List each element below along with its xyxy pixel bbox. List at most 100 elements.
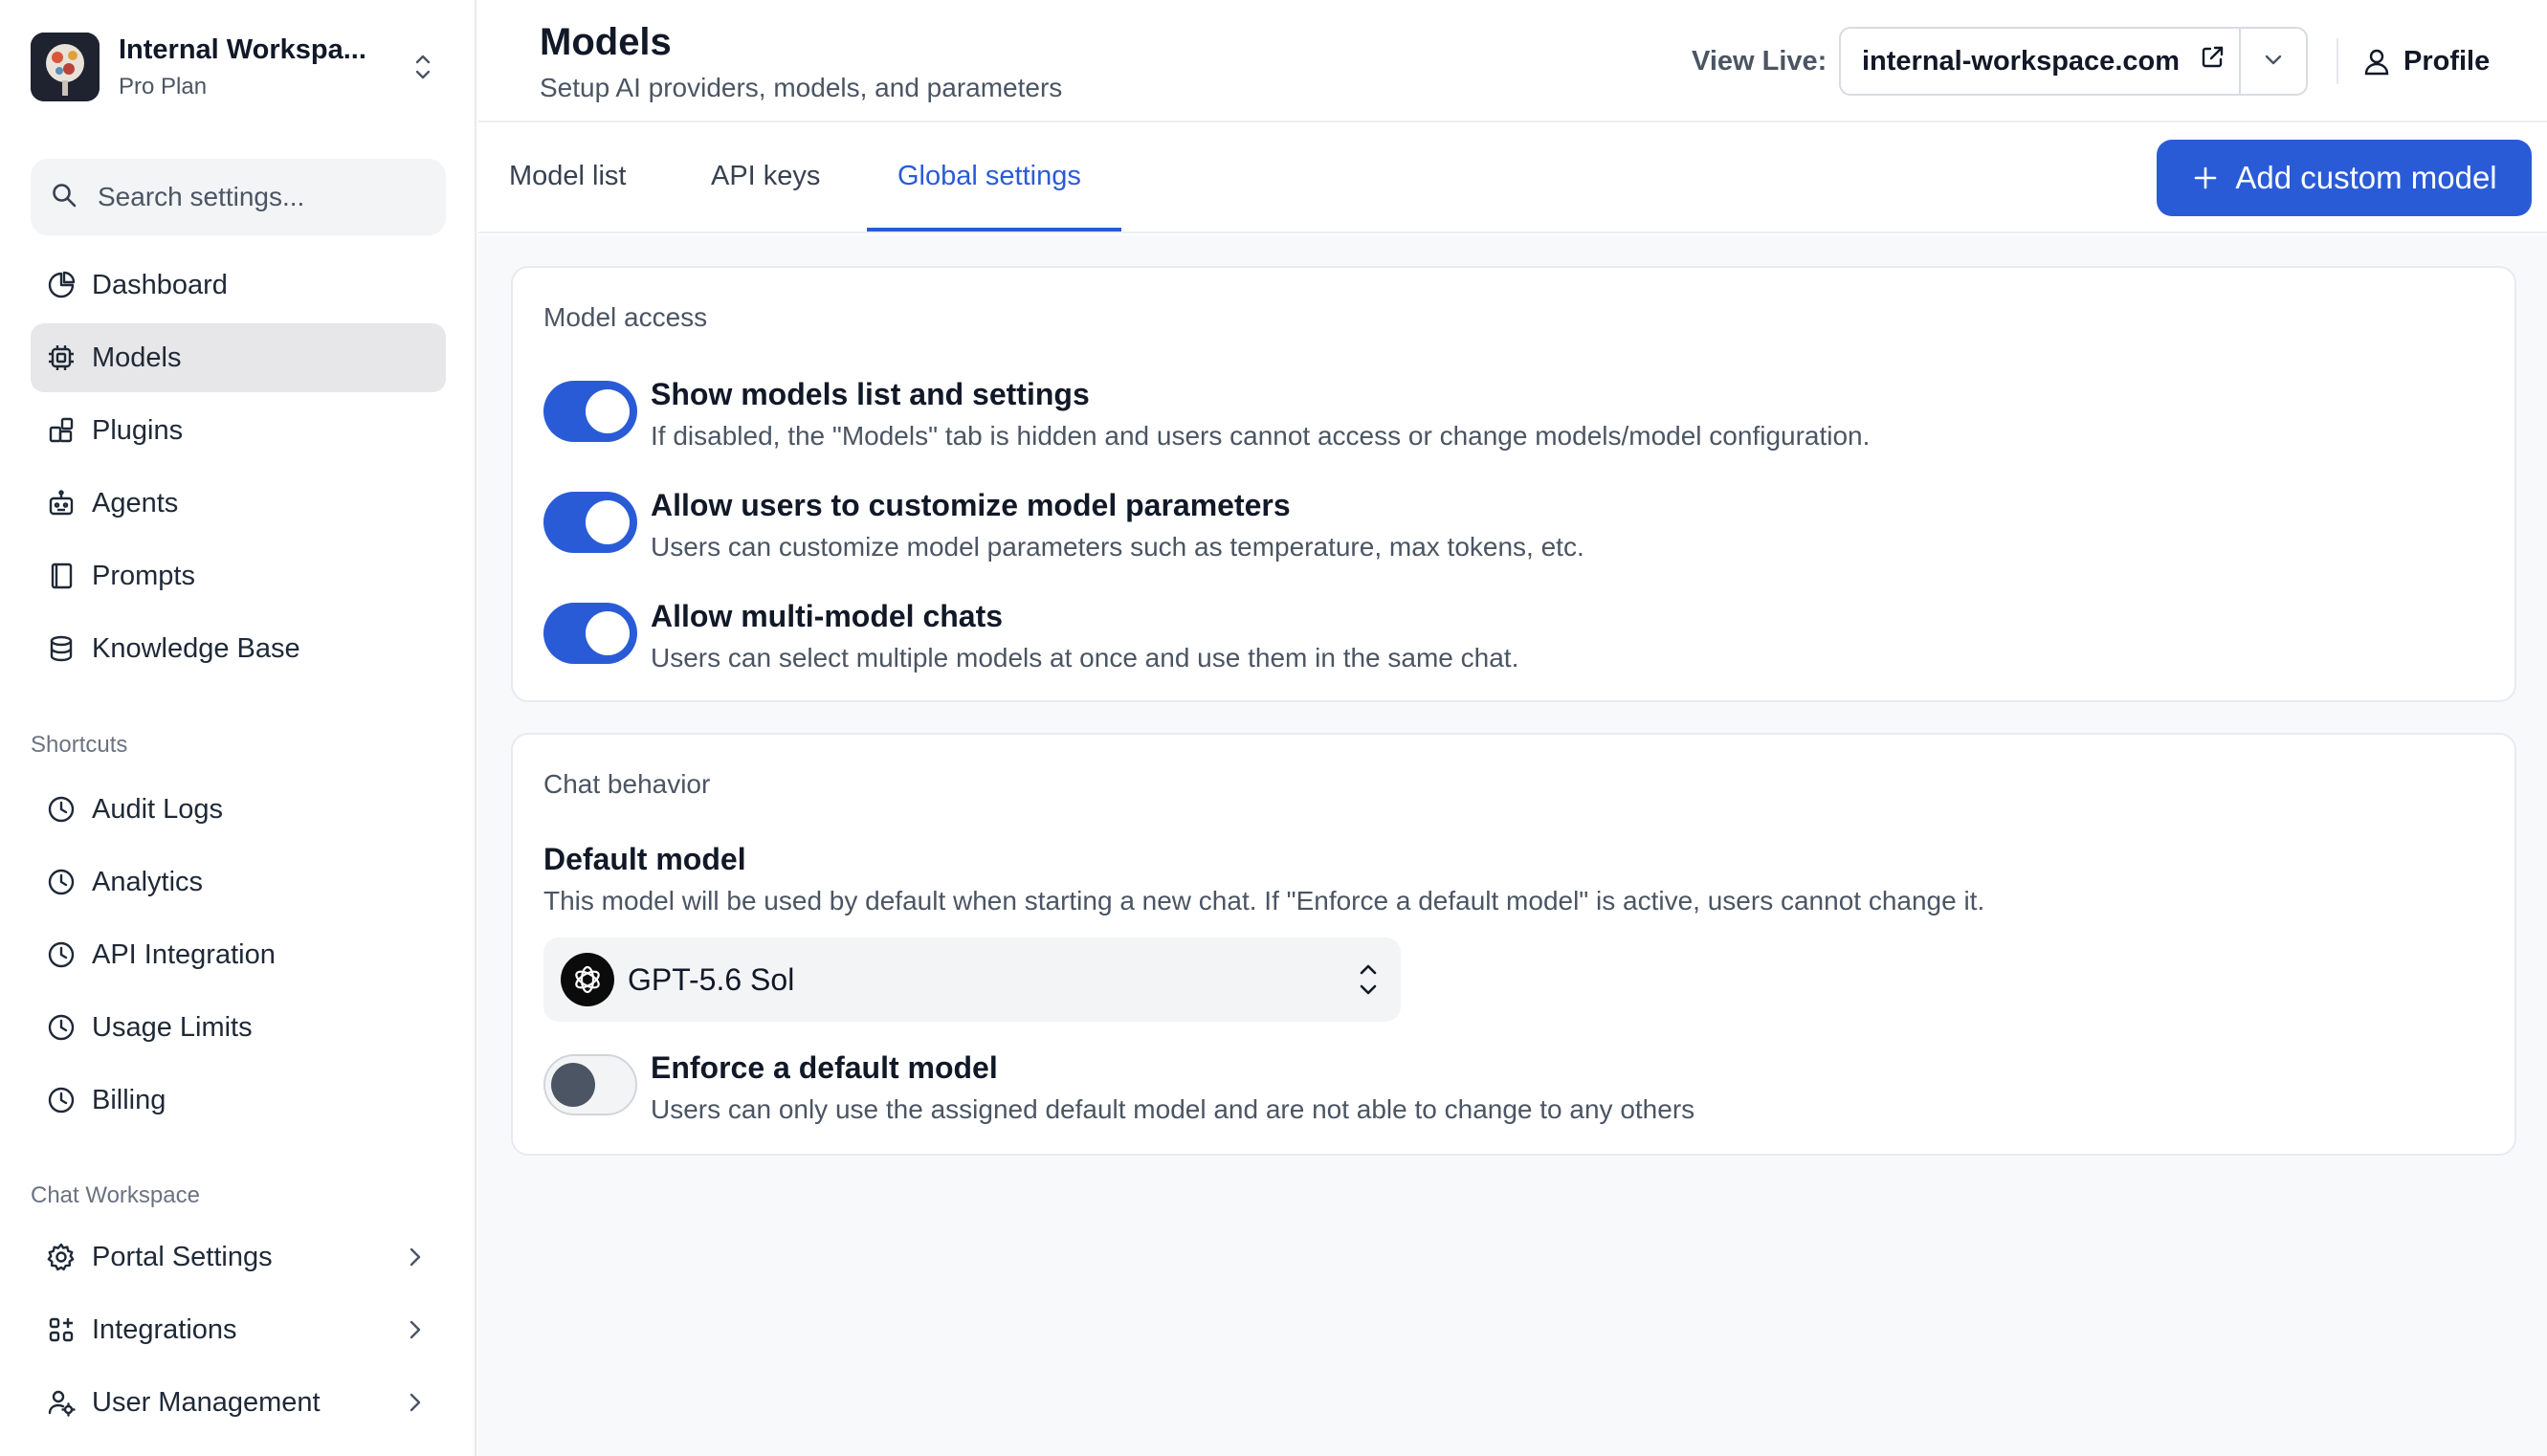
- sidebar-item-label: Billing: [92, 1084, 166, 1115]
- sidebar-item-label: Prompts: [92, 560, 195, 591]
- toggle-show-models[interactable]: [543, 381, 637, 442]
- toggle-multi-model[interactable]: [543, 603, 637, 664]
- chevron-up-down-icon[interactable]: [404, 48, 442, 86]
- notebook-icon: [44, 559, 78, 593]
- settings-content: Model access Show models list and settin…: [478, 235, 2547, 1456]
- toggle-customize-params[interactable]: [543, 492, 637, 553]
- toggle-enforce-default[interactable]: [543, 1054, 637, 1115]
- sidebar-item-label: Portal Settings: [92, 1241, 273, 1272]
- sidebar-item-label: User Management: [92, 1386, 321, 1418]
- header-divider: [2337, 38, 2338, 84]
- sidebar-item-label: Analytics: [92, 866, 204, 897]
- external-link-icon: [2199, 44, 2226, 78]
- setting-description: If disabled, the "Models" tab is hidden …: [651, 421, 1871, 451]
- sidebar-item-label: Dashboard: [92, 269, 228, 300]
- openai-logo-icon: [561, 953, 614, 1006]
- shortcuts-nav: Audit Logs Analytics API Integration Usa…: [31, 775, 446, 1138]
- sidebar-item-analytics[interactable]: Analytics: [31, 848, 446, 916]
- clock-icon: [44, 1083, 78, 1117]
- sidebar-item-label: Knowledge Base: [92, 632, 300, 664]
- pie-chart-icon: [44, 268, 78, 302]
- workspace-logo: [31, 33, 100, 101]
- sidebar-item-label: Models: [92, 342, 182, 373]
- sidebar-item-dashboard[interactable]: Dashboard: [31, 251, 446, 320]
- setting-description: Users can customize model parameters suc…: [651, 532, 1584, 562]
- setting-title: Allow multi-model chats: [651, 599, 1004, 633]
- setting-description: Users can select multiple models at once…: [651, 643, 1519, 673]
- apps-icon: [44, 1313, 78, 1347]
- default-model-title: Default model: [543, 842, 746, 876]
- sidebar-item-billing[interactable]: Billing: [31, 1066, 446, 1135]
- setting-row-customize-params: Allow users to customize model parameter…: [543, 488, 2457, 574]
- sidebar-item-user-management[interactable]: User Management: [31, 1368, 446, 1437]
- selected-model-value: GPT-5.6 Sol: [628, 961, 795, 997]
- add-custom-model-button[interactable]: Add custom model: [2157, 140, 2532, 216]
- app-window: Internal Workspa... Pro Plan Search sett…: [0, 0, 2547, 1456]
- tab-global-settings[interactable]: Global settings: [897, 161, 1081, 192]
- sidebar-item-plugins[interactable]: Plugins: [31, 396, 446, 465]
- setting-title: Show models list and settings: [651, 377, 1090, 411]
- tab-model-list[interactable]: Model list: [509, 161, 627, 192]
- user-icon: [2361, 46, 2392, 77]
- active-tab-indicator: [867, 228, 1121, 232]
- clock-icon: [44, 938, 78, 972]
- sidebar-item-knowledge-base[interactable]: Knowledge Base: [31, 614, 446, 683]
- page-header: Models Setup AI providers, models, and p…: [478, 0, 2547, 122]
- sidebar-item-label: API Integration: [92, 938, 276, 970]
- puzzle-icon: [44, 413, 78, 448]
- add-custom-model-label: Add custom model: [2235, 160, 2497, 195]
- sidebar-item-usage-limits[interactable]: Usage Limits: [31, 993, 446, 1062]
- sidebar-item-audit-logs[interactable]: Audit Logs: [31, 775, 446, 844]
- profile-button[interactable]: Profile: [2361, 38, 2490, 84]
- database-icon: [44, 631, 78, 666]
- sidebar-item-models[interactable]: Models: [31, 323, 446, 392]
- sidebar-item-label: Agents: [92, 487, 179, 518]
- robot-icon: [44, 486, 78, 520]
- search-box[interactable]: [31, 159, 446, 235]
- view-live-url: internal-workspace.com: [1862, 45, 2180, 77]
- setting-row-enforce-default: Enforce a default model Users can only u…: [543, 1050, 2457, 1136]
- chat-workspace-nav: Portal Settings Integrations User Manage…: [31, 1223, 446, 1441]
- workspace-plan: Pro Plan: [119, 73, 208, 99]
- section-label-shortcuts: Shortcuts: [31, 732, 128, 758]
- chevron-right-icon: [398, 1385, 432, 1427]
- cpu-icon: [44, 341, 78, 375]
- gear-icon: [44, 1240, 78, 1274]
- sidebar-item-portal-settings[interactable]: Portal Settings: [31, 1223, 446, 1291]
- chevron-down-icon: [2260, 46, 2287, 77]
- sidebar-item-label: Integrations: [92, 1313, 237, 1345]
- main-nav: Dashboard Models Plugins Agents Prompts …: [31, 251, 446, 687]
- sidebar-item-prompts[interactable]: Prompts: [31, 541, 446, 610]
- workspace-switcher[interactable]: Internal Workspa... Pro Plan: [31, 31, 442, 103]
- search-input[interactable]: [98, 182, 423, 212]
- setting-row-multi-model: Allow multi-model chats Users can select…: [543, 599, 2457, 685]
- clock-icon: [44, 792, 78, 827]
- setting-description: Users can only use the assigned default …: [651, 1094, 1695, 1124]
- section-label-chat-workspace: Chat Workspace: [31, 1182, 200, 1208]
- view-live-link[interactable]: internal-workspace.com: [1841, 29, 2239, 94]
- card-title: Model access: [543, 302, 708, 332]
- sidebar-item-label: Usage Limits: [92, 1011, 253, 1043]
- users-gear-icon: [44, 1385, 78, 1420]
- sidebar-item-agents[interactable]: Agents: [31, 469, 446, 538]
- view-live-label: View Live:: [1692, 46, 1827, 77]
- sidebar-item-integrations[interactable]: Integrations: [31, 1295, 446, 1364]
- page-title: Models: [540, 21, 672, 63]
- profile-label: Profile: [2403, 45, 2491, 77]
- plus-icon: [2191, 164, 2220, 192]
- chat-behavior-card: Chat behavior Default model This model w…: [511, 733, 2516, 1156]
- view-live-dropdown-button[interactable]: [2239, 29, 2306, 94]
- chevron-right-icon: [398, 1313, 432, 1355]
- setting-title: Enforce a default model: [651, 1050, 998, 1085]
- tab-api-keys[interactable]: API keys: [711, 161, 820, 192]
- setting-row-show-models: Show models list and settings If disable…: [543, 377, 2457, 463]
- chevron-right-icon: [398, 1240, 432, 1282]
- default-model-select[interactable]: GPT-5.6 Sol: [543, 938, 1401, 1022]
- sidebar-item-label: Plugins: [92, 414, 184, 446]
- sidebar-item-api-integration[interactable]: API Integration: [31, 920, 446, 989]
- view-live-control: internal-workspace.com: [1839, 27, 2308, 96]
- workspace-name: Internal Workspa...: [119, 33, 366, 65]
- page-subtitle: Setup AI providers, models, and paramete…: [540, 73, 1063, 102]
- default-model-description: This model will be used by default when …: [543, 886, 1985, 916]
- clock-icon: [44, 865, 78, 899]
